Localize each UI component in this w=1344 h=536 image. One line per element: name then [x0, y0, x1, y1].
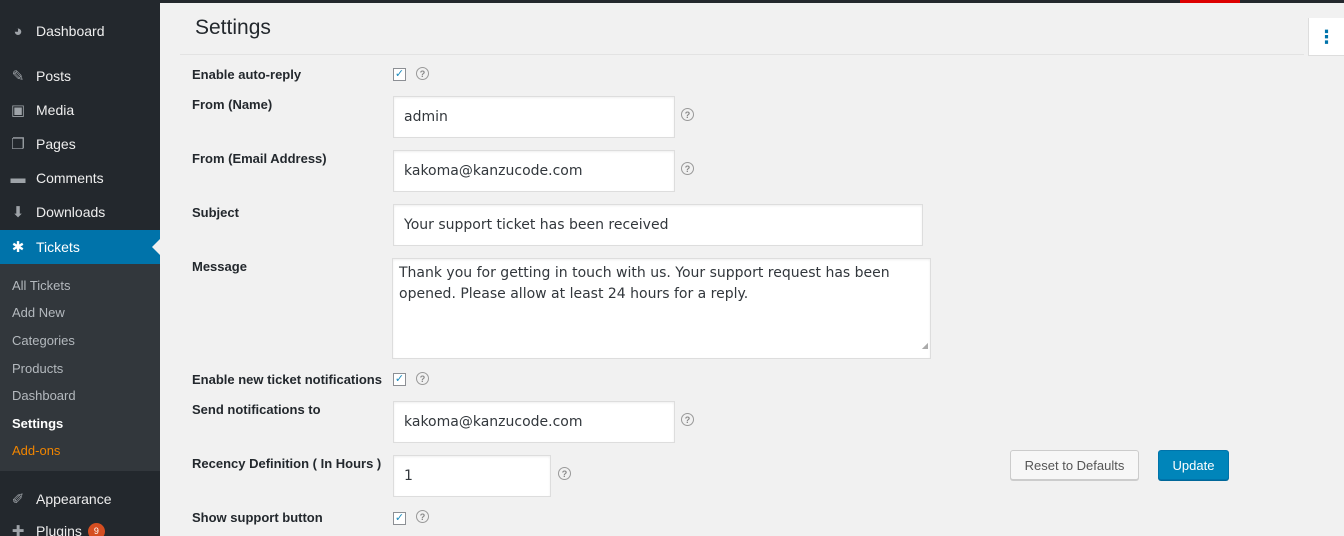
menu-pages-label: Pages: [36, 136, 76, 152]
message-label: Message: [192, 259, 247, 274]
update-button[interactable]: Update: [1158, 450, 1229, 480]
menu-appearance-label: Appearance: [36, 491, 112, 507]
resize-grip-icon[interactable]: ◢: [922, 335, 928, 356]
recency-help-icon[interactable]: ?: [558, 467, 571, 480]
from-email-label: From (Email Address): [192, 151, 327, 166]
menu-posts[interactable]: ✎ Posts: [0, 59, 160, 93]
title-divider: [180, 54, 1304, 55]
reset-defaults-button[interactable]: Reset to Defaults: [1010, 450, 1139, 480]
menu-downloads[interactable]: ⬇ Downloads: [0, 195, 160, 229]
menu-plugins[interactable]: ✚ Plugins 9: [0, 514, 160, 536]
subject-label: Subject: [192, 205, 239, 220]
notifications-checkbox[interactable]: [393, 373, 406, 386]
notifications-label: Enable new ticket notifications: [192, 372, 382, 387]
admin-sidebar: ◕ Dashboard ✎ Posts ▣ Media ❐ Pages ▬ Co…: [0, 0, 160, 536]
screen-options-tab[interactable]: ⋮: [1308, 18, 1344, 56]
menu-downloads-label: Downloads: [36, 204, 106, 220]
from-email-help-icon[interactable]: ?: [681, 162, 694, 175]
menu-dashboard[interactable]: ◕ Dashboard: [0, 14, 160, 48]
menu-comments-label: Comments: [36, 170, 104, 186]
plugins-update-badge: 9: [87, 522, 105, 536]
recency-input[interactable]: 1: [393, 455, 551, 497]
pages-icon: ❐: [11, 136, 25, 153]
submenu-all-tickets[interactable]: All Tickets: [12, 278, 71, 293]
comment-icon: ▬: [10, 169, 26, 187]
pin-icon: ✎: [11, 68, 25, 85]
auto-reply-checkbox[interactable]: [393, 68, 406, 81]
auto-reply-label: Enable auto-reply: [192, 67, 302, 82]
menu-comments[interactable]: ▬ Comments: [0, 161, 160, 195]
submenu-add-ons[interactable]: Add-ons: [12, 443, 60, 458]
submenu-products[interactable]: Products: [12, 361, 63, 376]
support-button-help-icon[interactable]: ?: [416, 510, 429, 523]
menu-pages[interactable]: ❐ Pages: [0, 127, 160, 161]
message-textarea[interactable]: Thank you for getting in touch with us. …: [392, 258, 931, 359]
support-button-label: Show support button: [192, 510, 323, 525]
notifications-help-icon[interactable]: ?: [416, 372, 429, 385]
send-to-input[interactable]: kakoma@kanzucode.com: [393, 401, 675, 443]
from-name-label: From (Name): [192, 97, 273, 112]
from-name-input[interactable]: admin: [393, 96, 675, 138]
settings-main: Settings ⋮ Enable auto-reply ? From (Nam…: [160, 0, 1344, 536]
send-to-help-icon[interactable]: ?: [681, 413, 694, 426]
menu-media-label: Media: [36, 102, 75, 118]
download-icon: ⬇: [11, 204, 25, 221]
auto-reply-help-icon[interactable]: ?: [416, 67, 429, 80]
tickets-submenu: All Tickets Add New Categories Products …: [0, 264, 160, 471]
page-title: Settings: [195, 16, 271, 39]
submenu-add-new[interactable]: Add New: [12, 305, 65, 320]
submenu-settings[interactable]: Settings: [12, 416, 63, 431]
menu-tickets[interactable]: ✱ Tickets: [0, 230, 160, 264]
recency-label: Recency Definition ( In Hours ): [192, 456, 382, 471]
more-options-icon: ⋮: [1317, 26, 1336, 47]
from-name-help-icon[interactable]: ?: [681, 108, 694, 121]
menu-media[interactable]: ▣ Media: [0, 93, 160, 127]
menu-tickets-label: Tickets: [36, 239, 80, 255]
dashboard-icon: ◕: [13, 22, 23, 40]
menu-dashboard-label: Dashboard: [36, 23, 105, 39]
menu-plugins-label: Plugins: [36, 523, 82, 536]
support-button-checkbox[interactable]: [393, 512, 406, 525]
menu-appearance[interactable]: ✐ Appearance: [0, 482, 160, 516]
submenu-categories[interactable]: Categories: [12, 333, 75, 348]
plugin-icon: ✚: [11, 523, 25, 536]
media-icon: ▣: [10, 102, 26, 119]
message-text: Thank you for getting in touch with us. …: [399, 265, 890, 302]
from-email-input[interactable]: kakoma@kanzucode.com: [393, 150, 675, 192]
subject-input[interactable]: Your support ticket has been received: [393, 204, 923, 246]
send-to-label: Send notifications to: [192, 402, 321, 417]
paintbrush-icon: ✐: [11, 491, 25, 508]
submenu-dashboard[interactable]: Dashboard: [12, 388, 76, 403]
menu-posts-label: Posts: [36, 68, 72, 84]
groups-icon: ✱: [11, 239, 25, 256]
